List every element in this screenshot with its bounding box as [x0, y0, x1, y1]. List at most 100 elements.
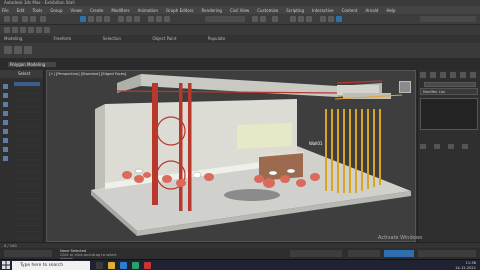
toolbar-icon-c[interactable]	[20, 27, 26, 33]
scene-object-row[interactable]	[14, 234, 40, 239]
ribbon-tab-object-paint[interactable]: Object Paint	[152, 36, 176, 41]
coordinate-fields[interactable]	[290, 250, 342, 257]
scene-object-row[interactable]	[14, 214, 40, 219]
menu-interactive[interactable]: Interactive	[312, 8, 334, 13]
ribbon-tab-populate[interactable]: Populate	[208, 36, 225, 41]
toolbar-icon-b[interactable]	[12, 27, 18, 33]
redo-icon[interactable]	[12, 16, 18, 22]
modifier-stack[interactable]	[420, 98, 478, 130]
scene-object-row[interactable]	[14, 89, 40, 94]
menu-rendering[interactable]: Rendering	[202, 8, 222, 13]
layer-explorer-icon[interactable]	[272, 16, 278, 22]
toolbar-icon-f[interactable]	[44, 27, 50, 33]
render-setup-icon[interactable]	[320, 16, 326, 22]
scale-icon[interactable]	[134, 16, 140, 22]
curve-editor-icon[interactable]	[290, 16, 296, 22]
remove-modifier-icon[interactable]	[462, 144, 469, 149]
ribbon-icon-a[interactable]	[4, 46, 12, 54]
maxscript-listener[interactable]	[4, 250, 52, 257]
menu-views[interactable]: Views	[71, 8, 83, 13]
scene-object-row[interactable]	[14, 194, 40, 200]
scene-object-row[interactable]	[14, 141, 40, 147]
auto-key-button[interactable]	[384, 250, 414, 257]
scene-object-row[interactable]	[14, 227, 40, 233]
scene-object-row[interactable]	[14, 82, 40, 87]
hierarchy-tab-icon[interactable]	[440, 72, 446, 78]
ribbon-tab-freeform[interactable]: Freeform	[53, 36, 71, 41]
toolbar-icon-e[interactable]	[36, 27, 42, 33]
show-end-result-icon[interactable]	[434, 144, 441, 149]
angle-snap-icon[interactable]	[156, 16, 162, 22]
object-name-field[interactable]	[424, 82, 476, 87]
snap-icon[interactable]	[148, 16, 154, 22]
ribbon-tab-modeling[interactable]: Modeling	[4, 36, 22, 41]
task-view-icon[interactable]	[96, 262, 103, 269]
rectangle-selection-icon[interactable]	[96, 16, 102, 22]
scene-object-row[interactable]	[14, 102, 40, 107]
menu-content[interactable]: Content	[342, 8, 358, 13]
make-unique-icon[interactable]	[448, 144, 455, 149]
utilities-tab-icon[interactable]	[470, 72, 476, 78]
menu-edit[interactable]: Edit	[17, 8, 25, 13]
select-object-icon[interactable]	[80, 16, 86, 22]
motion-tab-icon[interactable]	[450, 72, 456, 78]
link-icon[interactable]	[22, 16, 28, 22]
create-tab-icon[interactable]	[420, 72, 426, 78]
scene-object-row[interactable]	[14, 115, 40, 120]
workspace-selector[interactable]	[420, 16, 476, 22]
viewport-navigation-controls[interactable]	[418, 250, 476, 257]
menu-file[interactable]: File	[2, 8, 9, 13]
move-icon[interactable]	[118, 16, 124, 22]
filter-helpers-icon[interactable]	[3, 120, 8, 125]
system-clock[interactable]: 11:36 14-12-2021	[440, 261, 478, 270]
bind-icon[interactable]	[40, 16, 46, 22]
recorder-icon[interactable]	[144, 262, 151, 269]
align-icon[interactable]	[260, 16, 266, 22]
polygon-modeling-label[interactable]: Polygon Modeling	[8, 62, 56, 67]
filter-bones-icon[interactable]	[3, 156, 8, 161]
scene-object-row[interactable]	[14, 108, 40, 114]
scene-object-row[interactable]	[14, 95, 40, 101]
scene-object-row[interactable]	[14, 181, 40, 186]
window-crossing-icon[interactable]	[104, 16, 110, 22]
rendered-frame-window-icon[interactable]	[328, 16, 334, 22]
schematic-view-icon[interactable]	[298, 16, 304, 22]
playback-controls[interactable]	[348, 250, 380, 257]
filter-geometry-icon[interactable]	[3, 84, 8, 89]
pin-stack-icon[interactable]	[420, 144, 426, 149]
scene-object-row[interactable]	[14, 148, 40, 153]
menu-scripting[interactable]: Scripting	[286, 8, 304, 13]
filter-warps-icon[interactable]	[3, 129, 8, 134]
windows-start-icon[interactable]	[2, 261, 10, 269]
scene-object-row[interactable]	[14, 168, 40, 173]
scene-object-row[interactable]	[14, 128, 40, 134]
menu-civil-view[interactable]: Civil View	[230, 8, 249, 13]
display-tab-icon[interactable]	[460, 72, 466, 78]
filter-lights-icon[interactable]	[3, 102, 8, 107]
toolbar-icon-d[interactable]	[28, 27, 34, 33]
scene-object-row[interactable]	[14, 221, 40, 226]
taskbar-search-field[interactable]: Type here to search	[12, 261, 90, 270]
percent-snap-icon[interactable]	[164, 16, 170, 22]
undo-icon[interactable]	[4, 16, 10, 22]
scene-object-row[interactable]	[14, 122, 40, 127]
scene-object-row[interactable]	[14, 135, 40, 140]
menu-graph-editors[interactable]: Graph Editors	[166, 8, 193, 13]
perspective-viewport[interactable]: [+] [Perspective] [Standard] [Edged Face…	[46, 70, 416, 242]
menu-help[interactable]: Help	[386, 8, 395, 13]
material-editor-icon[interactable]	[306, 16, 312, 22]
rotate-icon[interactable]	[126, 16, 132, 22]
menu-arnold[interactable]: Arnold	[365, 8, 378, 13]
menu-tools[interactable]: Tools	[32, 8, 42, 13]
render-production-icon[interactable]	[336, 16, 342, 22]
edge-browser-icon[interactable]	[120, 262, 127, 269]
modify-tab-icon[interactable]	[430, 72, 436, 78]
menu-create[interactable]: Create	[90, 8, 103, 13]
filter-cameras-icon[interactable]	[3, 111, 8, 116]
ribbon-icon-b[interactable]	[14, 46, 22, 54]
toolbar-icon-a[interactable]	[4, 27, 10, 33]
scene-object-row[interactable]	[14, 155, 40, 160]
unlink-icon[interactable]	[30, 16, 36, 22]
menu-group[interactable]: Group	[50, 8, 62, 13]
menu-animation[interactable]: Animation	[138, 8, 158, 13]
